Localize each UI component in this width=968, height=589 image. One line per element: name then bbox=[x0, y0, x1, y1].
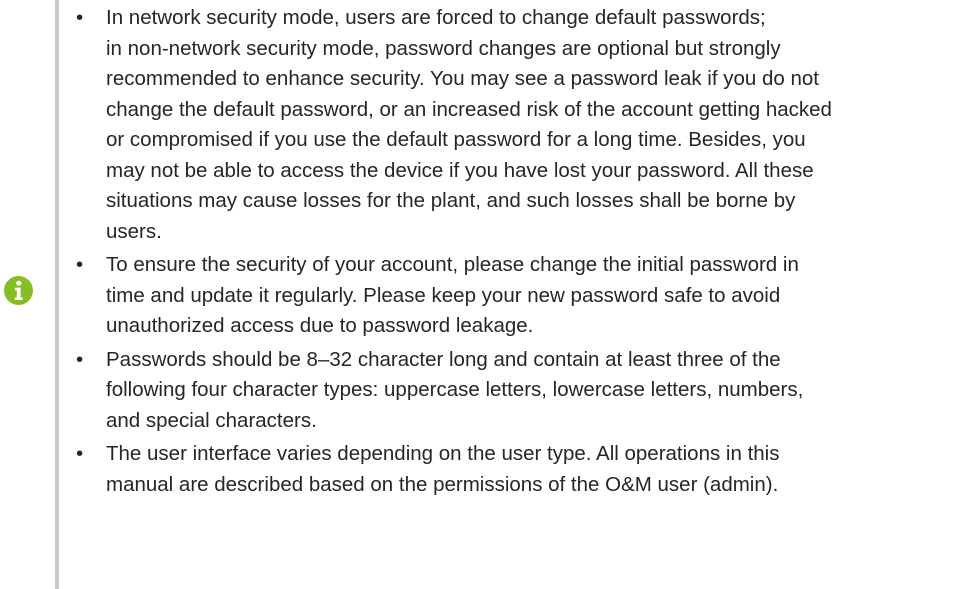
line: Passwords should be 8–32 character long … bbox=[106, 347, 781, 371]
line: manual are described based on the permis… bbox=[106, 472, 779, 496]
line: following four character types: uppercas… bbox=[106, 378, 804, 401]
note-item-network-security: • In network security mode, users are fo… bbox=[74, 3, 954, 247]
bullet: • bbox=[76, 347, 84, 371]
note-list: • In network security mode, users are fo… bbox=[74, 3, 954, 503]
line: users. bbox=[106, 219, 162, 243]
line: change the default password, or an incre… bbox=[106, 97, 832, 121]
note-divider bbox=[55, 0, 59, 589]
line: To ensure the security of your account, … bbox=[106, 253, 799, 276]
line: recommended to enhance security. You may… bbox=[106, 67, 819, 90]
line: may not be able to access the device if … bbox=[106, 158, 814, 182]
line: unauthorized access due to password leak… bbox=[106, 314, 534, 337]
line: The user interface varies depending on t… bbox=[106, 442, 780, 465]
line: in non-network security mode, password c… bbox=[106, 36, 781, 60]
line: In network security mode, users are forc… bbox=[106, 6, 766, 29]
line: and special characters. bbox=[106, 408, 317, 432]
bullet: • bbox=[76, 253, 84, 276]
line: time and update it regularly. Please kee… bbox=[106, 283, 781, 307]
bullet: • bbox=[76, 6, 84, 29]
bullet: • bbox=[76, 442, 84, 465]
info-icon bbox=[4, 276, 33, 305]
note-item-password-rules: • Passwords should be 8–32 character lon… bbox=[74, 345, 954, 437]
line: situations may cause losses for the plan… bbox=[106, 189, 796, 212]
line: or compromised if you use the default pa… bbox=[106, 128, 806, 151]
note-item-user-type: • The user interface varies depending on… bbox=[74, 439, 954, 500]
note-item-initial-password: • To ensure the security of your account… bbox=[74, 250, 954, 342]
